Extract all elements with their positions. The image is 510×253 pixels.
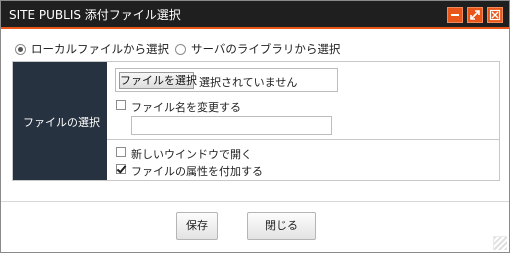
file-input[interactable]: ファイルを選択 選択されていません [115,68,338,92]
source-options: ローカルファイルから選択 サーバのライブラリから選択 [15,42,346,56]
save-button[interactable]: 保存 [176,212,218,240]
options-area: 新しいウインドウで開く ファイルの属性を付加する [107,141,499,180]
local-file-label[interactable]: ローカルファイルから選択 [31,41,169,57]
close-button[interactable]: 閉じる [247,212,316,240]
minimize-icon[interactable] [447,7,463,23]
footer-divider [1,201,509,202]
file-selection-form: ファイルの選択 ファイルを選択 選択されていません ファイル名を変更する 新しい… [12,61,500,181]
add-attributes-checkbox[interactable] [116,164,126,174]
add-attributes-label[interactable]: ファイルの属性を付加する [131,163,263,179]
server-library-radio[interactable] [175,43,186,55]
choose-file-button[interactable]: ファイルを選択 [119,72,197,89]
close-icon[interactable] [487,7,503,23]
local-file-radio[interactable] [15,43,26,55]
resize-grip-icon[interactable] [493,236,507,250]
title-bar[interactable]: SITE PUBLIS 添付ファイル選択 [1,1,509,29]
window-title: SITE PUBLIS 添付ファイル選択 [9,8,181,22]
open-new-window-label[interactable]: 新しいウインドウで開く [131,146,252,162]
rename-field[interactable] [131,116,332,135]
rename-label[interactable]: ファイル名を変更する [131,99,241,115]
maximize-icon[interactable] [467,7,483,23]
open-new-window-checkbox[interactable] [116,147,126,157]
dialog-window: SITE PUBLIS 添付ファイル選択 ローカルファイルから選択 サーバのライ… [0,0,510,253]
section-label: ファイルの選択 [23,116,100,129]
server-library-label[interactable]: サーバのライブラリから選択 [191,41,340,57]
rename-checkbox[interactable] [116,100,126,110]
file-input-area: ファイルを選択 選択されていません ファイル名を変更する [107,62,499,140]
file-status-text: 選択されていません [199,76,298,89]
section-label-cell: ファイルの選択 [13,62,107,180]
